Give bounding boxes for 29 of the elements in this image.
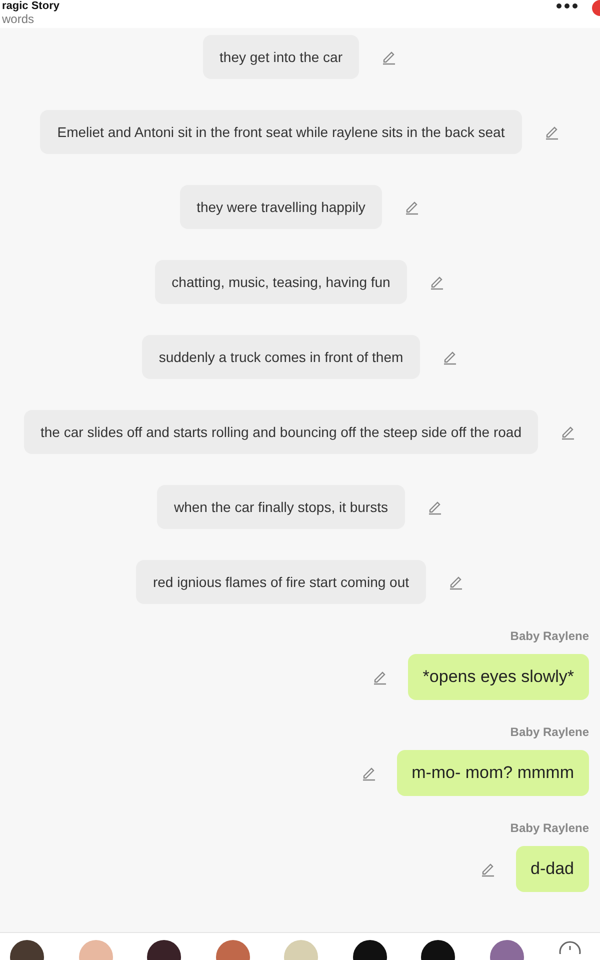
character-name: Baby Raylene xyxy=(510,821,589,835)
edit-icon[interactable] xyxy=(427,499,443,515)
edit-icon[interactable] xyxy=(360,765,377,781)
narration-bubble: Emeliet and Antoni sit in the front seat while raylene sits in the back seat xyxy=(40,110,522,154)
message-bubble: d-dad xyxy=(516,846,589,892)
edit-icon[interactable] xyxy=(560,424,576,440)
character-name: Baby Raylene xyxy=(510,725,589,739)
story-title: ragic Story xyxy=(2,0,60,12)
message-bubble: *opens eyes slowly* xyxy=(408,654,589,700)
character-name: Baby Raylene xyxy=(510,629,589,643)
word-count: words xyxy=(2,12,36,26)
edit-icon[interactable] xyxy=(448,574,464,590)
edit-icon[interactable] xyxy=(480,861,496,877)
narration-bubble: the car slides off and starts rolling and bouncing off the steep side off the road xyxy=(24,410,538,454)
narration-bubble: suddenly a truck comes in front of them xyxy=(142,335,420,379)
narration-bubble: chatting, music, teasing, having fun xyxy=(154,260,408,304)
edit-icon[interactable] xyxy=(404,199,420,215)
more-icon[interactable] xyxy=(556,2,578,10)
edit-icon[interactable] xyxy=(372,669,388,685)
narration-bubble: red ignious flames of fire start coming out xyxy=(136,560,426,604)
message-bubble: m-mo- mom? mmmm xyxy=(396,750,589,796)
edit-icon[interactable] xyxy=(544,124,560,140)
edit-icon[interactable] xyxy=(442,349,458,365)
info-icon[interactable] xyxy=(558,940,582,954)
narration-bubble: they were travelling happily xyxy=(180,185,382,229)
narration-bubble: when the car finally stops, it bursts xyxy=(157,485,405,529)
edit-icon[interactable] xyxy=(381,49,398,65)
narration-bubble: they get into the car xyxy=(202,35,360,79)
edit-icon[interactable] xyxy=(429,274,446,290)
